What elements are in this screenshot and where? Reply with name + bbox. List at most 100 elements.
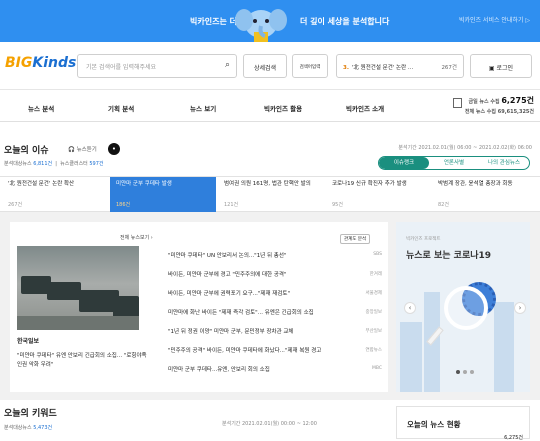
carousel-dot[interactable] xyxy=(456,370,460,374)
today-news-value: 6,275건 xyxy=(504,435,523,441)
section-title-issue: 오늘의 이슈 xyxy=(4,146,49,156)
news-item-press: 부산일보 xyxy=(365,329,382,334)
today-news-title: 오늘의 뉴스 현황 xyxy=(407,420,461,429)
news-item-title[interactable]: 미얀마에 화난 바이든 "제재 즉각 검토"... 유엔은 긴급회의 소집 xyxy=(168,308,352,316)
issue-cluster-value: 597건 xyxy=(89,161,104,167)
issue-count: 186건 xyxy=(116,202,131,208)
main-nav: 뉴스 분석 기획 분석 뉴스 보기 빅카인즈 활용 빅카인즈 소개 금일 뉴스 … xyxy=(0,90,540,122)
issue-period: 분석기간 2021.02.01(월) 06:00 ~ 2021.02.02(화)… xyxy=(398,145,532,151)
listen-news-button[interactable]: 🎧 뉴스듣기 xyxy=(68,145,97,153)
issue-item[interactable]: '北 원전건설 문건' 논란 확산 267건 xyxy=(2,177,108,213)
magnifier-icon xyxy=(444,286,488,330)
keyword-period: 분석기간 2021.02.01(월) 00:00 ~ 12:00 xyxy=(222,421,317,427)
logo-accent: Kinds xyxy=(32,55,77,71)
trend-count: 267건 xyxy=(441,65,457,71)
stats-label-today: 금일 뉴스 수집 xyxy=(468,99,500,105)
keyword-search-button[interactable]: 검색어입력 xyxy=(292,54,328,78)
carousel-prev-button[interactable]: ‹ xyxy=(404,302,416,314)
news-item-title[interactable]: 미얀마 군부 쿠데타...유엔, 안보리 회의 소집 xyxy=(168,365,352,373)
news-photo[interactable] xyxy=(17,246,139,330)
relation-analysis-button[interactable]: 관계도 분석 xyxy=(340,234,371,244)
building-shape xyxy=(400,322,422,392)
login-button[interactable]: ▣ 로그인 xyxy=(470,54,532,78)
news-item-title[interactable]: 바이든, 미얀마 군부에 권력포기 요구..."제재 재검토" xyxy=(168,289,352,297)
document-icon xyxy=(452,98,462,108)
elephant-mascot-icon xyxy=(235,9,287,42)
detail-search-button[interactable]: 상세검색 xyxy=(243,54,287,78)
issue-title: 박범계 장관, 윤석열 총장과 회동 xyxy=(438,181,513,187)
nav-item-news-analysis[interactable]: 뉴스 분석 xyxy=(28,103,54,113)
site-header: BIGKinds 기본 검색어를 입력해주세요 ⌕ 상세검색 검색어입력 3. '… xyxy=(0,42,540,90)
news-item-title[interactable]: 바이든, 미얀마 군부에 경고 "민주주의에 대한 공격" xyxy=(168,270,352,278)
news-item-press: 한겨레 xyxy=(369,272,382,277)
issue-title: '北 원전건설 문건' 논란 확산 xyxy=(8,181,75,187)
tab-my-interest[interactable]: 나의 관심뉴스 xyxy=(479,157,529,169)
bigkinds-logo[interactable]: BIGKinds xyxy=(5,55,76,71)
news-item-press: SBS xyxy=(373,252,382,257)
stats-label-total: 전체 뉴스 수집 xyxy=(464,109,497,115)
covid-kicker: 빅카인즈 프로젝트 xyxy=(406,237,441,242)
search-placeholder: 기본 검색어를 입력해주세요 xyxy=(86,64,157,71)
lock-icon: ▣ xyxy=(488,65,497,72)
covid-title: 뉴스로 보는 코로나19 xyxy=(406,251,492,261)
issue-item[interactable]: 코로나19 신규 확진자 추가 발생 95건 xyxy=(326,177,432,213)
keyword-news-label: 분석대상뉴스 xyxy=(4,425,32,431)
trend-text: '北 원전건설 문건' 논란 … xyxy=(351,65,414,71)
nav-item-news-view[interactable]: 뉴스 보기 xyxy=(190,103,216,113)
truck-shape xyxy=(47,282,81,300)
tab-by-press[interactable]: 언론사별 xyxy=(429,157,479,169)
news-item-title[interactable]: "민주주의 공격" 바이든, 미얀마 쿠데타에 화났다..."제재 복원 경고 xyxy=(168,346,352,354)
issue-cluster-label: 뉴스클러스터 xyxy=(60,161,88,167)
news-item-title[interactable]: "1년 뒤 정권 이양" 미얀마 군부, 문민정부 장차관 교체 xyxy=(168,327,352,335)
stats-value-total: 69,615,325건 xyxy=(497,109,534,115)
carousel-dot[interactable] xyxy=(470,370,474,374)
issue-news-label: 분석대상뉴스 xyxy=(4,161,32,167)
issue-title: 코로나19 신규 확진자 추가 발생 xyxy=(332,181,407,187)
news-item-title[interactable]: "미얀마 쿠데타" UN 안보리서 논의..."1년 뒤 총선" xyxy=(168,251,352,259)
top-banner[interactable]: 빅카인즈는 더 넓게, 더 깊이 세상을 분석합니다 빅카인즈 서비스 안내하기… xyxy=(0,0,540,42)
section-title-keyword: 오늘의 키워드 xyxy=(4,409,57,419)
search-input[interactable]: 기본 검색어를 입력해주세요 ⌕ xyxy=(77,54,237,78)
issue-subinfo: 분석대상뉴스 6,811건 | 뉴스클러스터 597건 xyxy=(4,161,104,167)
covid-promo-card[interactable]: 빅카인즈 프로젝트 뉴스로 보는 코로나19 xyxy=(396,222,530,392)
collection-stats: 금일 뉴스 수집 6,275건 전체 뉴스 수집 69,615,325건 xyxy=(452,96,534,117)
news-item-press: 연합뉴스 xyxy=(365,348,382,353)
issue-count: 267건 xyxy=(8,202,23,208)
keyword-subinfo: 분석대상뉴스 5,473건 xyxy=(4,424,52,431)
play-icon[interactable]: • xyxy=(108,143,120,155)
stats-value-today: 6,275건 xyxy=(501,96,534,105)
nav-item-bigkinds-about[interactable]: 빅카인즈 소개 xyxy=(346,103,384,113)
carousel-next-button[interactable]: › xyxy=(514,302,526,314)
nav-item-planned-analysis[interactable]: 기획 분석 xyxy=(108,103,134,113)
issue-count: 95건 xyxy=(332,202,343,208)
trend-rank: 3. xyxy=(343,65,349,71)
search-icon[interactable]: ⌕ xyxy=(225,60,230,70)
trend-ticker[interactable]: 3. '北 원전건설 문건' 논란 … 267건 xyxy=(336,54,464,78)
banner-service-link[interactable]: 빅카인즈 서비스 안내하기 ▷ xyxy=(459,15,530,24)
carousel-dot[interactable] xyxy=(463,370,467,374)
issue-list: '北 원전건설 문건' 논란 확산 267건 미얀마 군부 쿠데타 발생 186건 … xyxy=(0,176,540,213)
photo-press: 한국일보 xyxy=(17,338,40,345)
banner-text-right: 더 깊이 세상을 분석합니다 xyxy=(300,17,390,26)
news-item-press: MBC xyxy=(371,366,382,371)
today-news-status-card: 오늘의 뉴스 현황 6,275건 xyxy=(396,406,530,441)
logo-main: BIG xyxy=(5,55,33,71)
building-shape xyxy=(494,302,514,392)
issue-title: 미얀마 군부 쿠데타 발생 xyxy=(116,181,172,187)
news-item-press: 중앙일보 xyxy=(365,310,382,315)
issue-item[interactable]: 범여권 의원 161명, 법관 탄핵안 발의 121건 xyxy=(218,177,324,213)
headphone-icon: 🎧 xyxy=(68,147,75,153)
issue-title: 범여권 의원 161명, 법관 탄핵안 발의 xyxy=(224,181,311,187)
listen-label: 뉴스듣기 xyxy=(76,147,97,153)
news-item-press: 서울경제 xyxy=(365,291,382,296)
issue-item[interactable]: 박범계 장관, 윤석열 총장과 회동 82건 xyxy=(432,177,538,213)
tab-issue-rank[interactable]: 이슈랭크 xyxy=(379,157,429,169)
photo-caption[interactable]: "미얀마 쿠데타" 유엔 안보리 긴급회의 소집... "로힝야족 인권 악화 … xyxy=(17,352,147,370)
nav-item-bigkinds-use[interactable]: 빅카인즈 활용 xyxy=(264,103,302,113)
all-news-link[interactable]: 전체 뉴스보기 › xyxy=(120,234,153,241)
keyword-news-value: 5,473건 xyxy=(33,425,53,431)
issue-item-selected[interactable]: 미얀마 군부 쿠데타 발생 186건 xyxy=(110,177,216,213)
issue-news-value: 6,811건 xyxy=(33,161,53,167)
issue-count: 121건 xyxy=(224,202,239,208)
issue-tabs: 이슈랭크 언론사별 나의 관심뉴스 xyxy=(378,156,530,170)
